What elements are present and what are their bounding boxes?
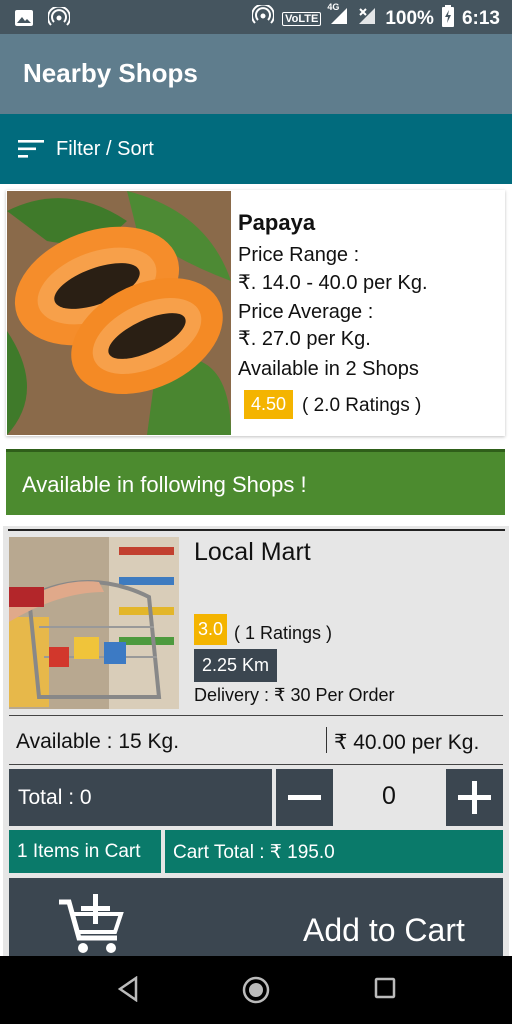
cart-total-badge: Cart Total : ₹ 195.0 [165,830,503,873]
status-bar: VoLTE 4G 100% 6:13 [0,0,512,34]
minus-icon [288,795,321,800]
shop-card: Local Mart 3.0 ( 1 Ratings ) 2.25 Km Del… [3,526,509,966]
price-average-label: Price Average : [238,301,374,323]
product-rating-count: ( 2.0 Ratings ) [302,395,422,416]
divider [8,529,505,531]
price-average-value: ₹. 27.0 per Kg. [238,328,371,350]
signal-icon: 4G [327,2,349,32]
divider [9,764,503,765]
price-range-label: Price Range : [238,244,360,266]
image-notification-icon [14,8,34,33]
total-label: Total : 0 [18,786,92,809]
banner-text: Available in following Shops ! [22,472,307,497]
signal-no-data-icon [357,6,377,32]
battery-charging-icon [441,5,454,33]
app-bar: Nearby Shops [0,34,512,114]
filter-sort-icon [18,140,44,163]
recents-icon[interactable] [373,976,397,1005]
items-in-cart-badge: 1 Items in Cart [9,830,161,873]
distance-badge: 2.25 Km [194,649,278,682]
delivery-charge: Delivery : ₹ 30 Per Order [194,685,395,705]
hotspot-icon [47,5,71,34]
network-type-label: 4G [327,2,340,12]
divider [9,715,503,716]
plus-icon [458,781,491,814]
decrease-quantity-button[interactable] [276,769,333,826]
total-display: Total : 0 [9,769,272,826]
filter-sort-label: Filter / Sort [56,138,154,160]
hotspot-status-icon [251,3,276,33]
filter-sort-button[interactable]: Filter / Sort [0,114,512,184]
product-rating-badge: 4.50 [244,390,294,419]
home-icon[interactable] [242,976,270,1009]
cart-total-label: Cart Total : ₹ 195.0 [173,842,335,863]
shop-price: ₹ 40.00 per Kg. [334,731,480,754]
add-to-cart-label: Add to Cart [303,912,465,948]
product-name: Papaya [238,210,316,235]
shop-rating-count: ( 1 Ratings ) [234,623,333,643]
battery-percent: 100% [385,8,434,29]
divider [326,727,327,753]
volte-indicator: VoLTE [282,12,322,26]
product-image [7,191,231,435]
add-to-cart-button[interactable]: Add to Cart [9,878,503,966]
shop-availability: Available in 2 Shops [238,358,419,380]
items-in-cart-label: 1 Items in Cart [17,841,141,862]
add-cart-icon [57,894,127,959]
back-icon[interactable] [116,975,140,1007]
system-navigation-bar [0,956,512,1024]
available-quantity: Available : 15 Kg. [16,730,180,753]
shop-image [9,537,179,709]
clock: 6:13 [461,8,500,29]
available-shops-banner: Available in following Shops ! [6,449,505,515]
quantity-value: 0 [382,782,396,810]
shop-rating-badge: 3.0 [194,614,228,645]
increase-quantity-button[interactable] [446,769,503,826]
price-range-value: ₹. 14.0 - 40.0 per Kg. [238,272,428,294]
product-card: Papaya Price Range : ₹. 14.0 - 40.0 per … [6,190,505,436]
page-title: Nearby Shops [23,58,198,88]
shop-name: Local Mart [194,538,311,566]
